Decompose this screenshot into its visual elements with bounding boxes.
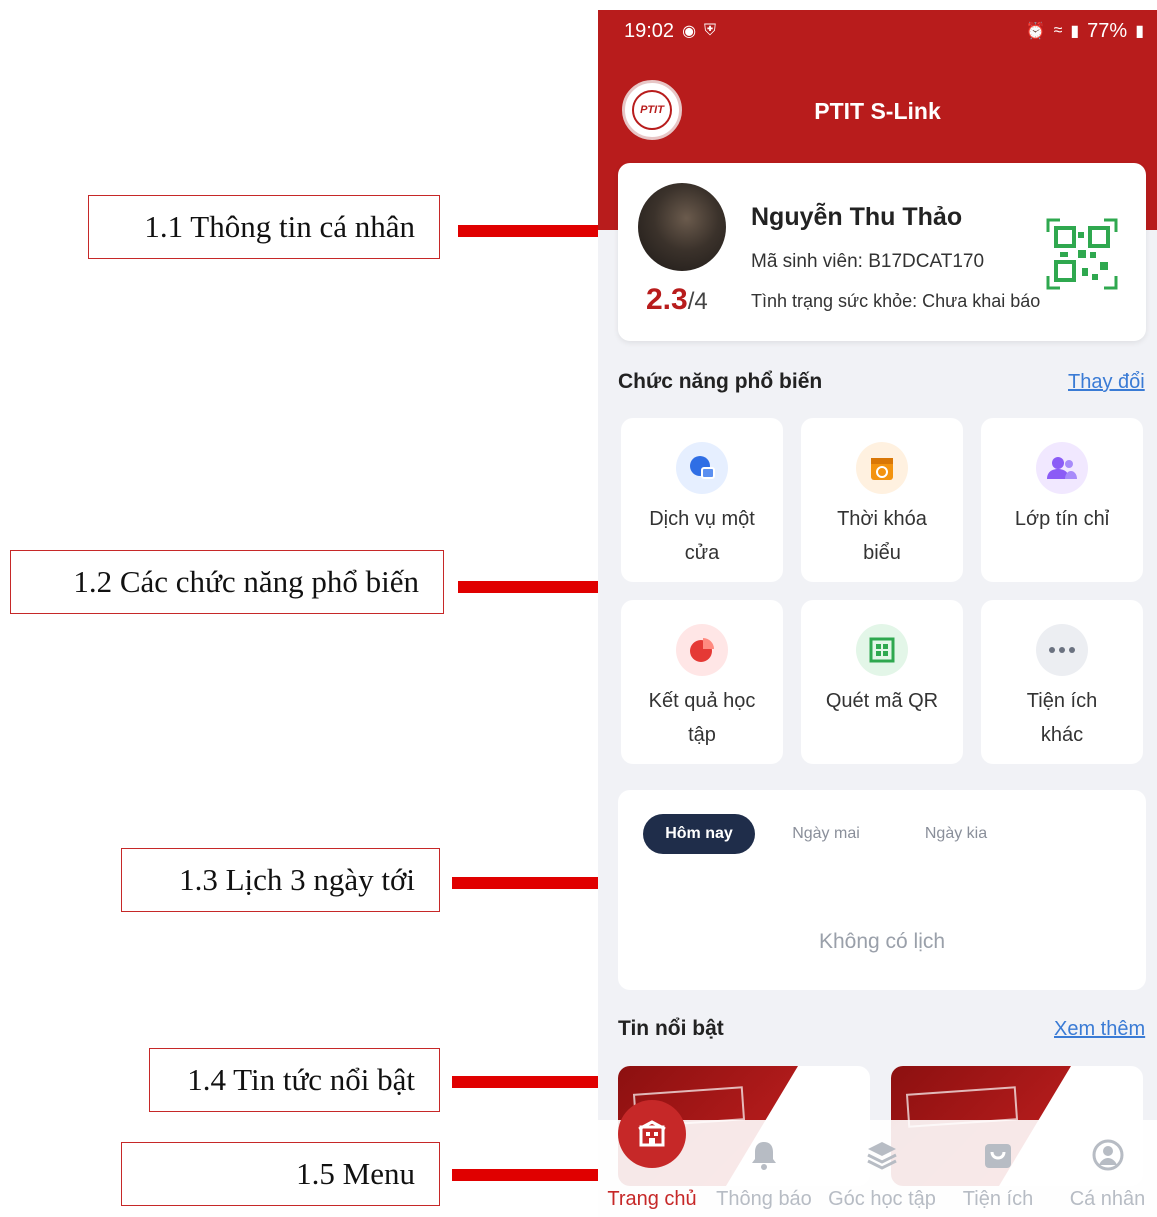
status-bar: 19:02 ◉ ⛨ ⏰ ≈ ▮ 77% ▮ [624, 16, 1144, 46]
notification-icon: ◉ [682, 23, 697, 40]
annotation-arrow [458, 570, 620, 604]
function-label: Quét mã QR [825, 690, 939, 712]
annotation-personal-info: 1.1 Thông tin cá nhân [88, 195, 440, 259]
page: 1.1 Thông tin cá nhân 1.2 Các chức năng … [0, 0, 1157, 1217]
phone-screen: 19:02 ◉ ⛨ ⏰ ≈ ▮ 77% ▮ PTIT PTIT S-Link 2… [598, 10, 1157, 1217]
status-time: 19:02 [624, 19, 675, 42]
tab-tomorrow[interactable]: Ngày mai [778, 814, 874, 854]
annotation-popular-functions: 1.2 Các chức năng phổ biến [10, 550, 444, 614]
change-link[interactable]: Thay đổi [1068, 371, 1145, 394]
credit-class-button[interactable]: Lớp tín chỉ [981, 418, 1143, 582]
qr-scan-icon [856, 624, 908, 676]
nav-study-corner[interactable]: Góc học tập [823, 1120, 941, 1217]
function-label: cửa [684, 542, 720, 564]
tab-today[interactable]: Hôm nay [643, 814, 755, 854]
user-icon [1092, 1139, 1123, 1171]
nav-label: Trang chủ [607, 1188, 697, 1210]
nav-label: Thông báo [716, 1188, 812, 1210]
function-label: Lớp tín chỉ [1014, 508, 1110, 530]
annotation-menu: 1.5 Menu [121, 1142, 440, 1206]
gpa-scale: /4 [687, 288, 708, 315]
qr-code-icon[interactable] [1046, 218, 1118, 290]
annotation-label: 1.2 Các chức năng phổ biến [73, 564, 419, 599]
function-label: tập [688, 724, 716, 746]
layers-icon [867, 1142, 897, 1170]
student-name: Nguyễn Thu Thảo [751, 203, 963, 231]
annotation-arrow [452, 1158, 620, 1192]
alarm-icon: ⏰ [1025, 23, 1046, 40]
nav-notifications[interactable]: Thông báo [710, 1120, 818, 1217]
gpa-value: 2.3 [646, 283, 688, 316]
annotation-arrow [452, 1065, 620, 1099]
service-icon [676, 442, 728, 494]
one-stop-service-button[interactable]: Dịch vụ một cửa [621, 418, 783, 582]
users-icon [1036, 442, 1088, 494]
calendar-icon [856, 442, 908, 494]
scan-qr-button[interactable]: Quét mã QR [801, 600, 963, 764]
shield-icon: ⛨ [704, 22, 717, 39]
function-label: biểu [863, 542, 901, 564]
nav-label: Góc học tập [828, 1188, 936, 1210]
avatar[interactable] [638, 183, 726, 271]
nav-label: Cá nhân [1069, 1188, 1146, 1210]
annotation-news: 1.4 Tin tức nổi bật [149, 1048, 440, 1112]
see-more-link[interactable]: Xem thêm [1054, 1018, 1145, 1041]
annotation-schedule: 1.3 Lịch 3 ngày tới [121, 848, 440, 912]
nav-label: Tiện ích [962, 1188, 1034, 1210]
battery-icon: ▮ [1135, 23, 1144, 40]
pie-chart-icon [676, 624, 728, 676]
study-results-button[interactable]: Kết quả học tập [621, 600, 783, 764]
gpa: 2.3/4 [646, 283, 708, 317]
annotation-arrow [452, 866, 620, 900]
box-icon [985, 1144, 1011, 1168]
battery-percent: 77% [1087, 19, 1128, 42]
schedule-card: Hôm nay Ngày mai Ngày kia Không có lịch [618, 790, 1146, 990]
empty-schedule-text: Không có lịch [818, 930, 946, 953]
profile-card[interactable]: 2.3/4 Nguyễn Thu Thảo Mã sinh viên: B17D… [618, 163, 1146, 341]
function-label: Thời khóa [837, 508, 927, 530]
student-id: Mã sinh viên: B17DCAT170 [751, 251, 985, 272]
annotation-label: 1.3 Lịch 3 ngày tới [179, 862, 415, 897]
bell-icon [752, 1142, 776, 1170]
annotation-label: 1.1 Thông tin cá nhân [144, 209, 415, 244]
annotation-label: 1.5 Menu [296, 1156, 415, 1191]
signal-icon: ▮ [1070, 23, 1080, 40]
health-status: Tình trạng sức khỏe: Chưa khai báo [751, 291, 1041, 311]
popular-section-title: Chức năng phổ biến [618, 370, 823, 393]
app-title: PTIT S-Link [814, 98, 941, 124]
more-icon [1036, 624, 1088, 676]
function-label: Dịch vụ một [649, 508, 755, 530]
function-label: Tiện ích [1026, 690, 1098, 712]
news-section-title: Tin nổi bật [618, 1017, 724, 1040]
home-icon[interactable] [618, 1100, 686, 1168]
wifi-icon: ≈ [1053, 22, 1063, 39]
nav-utilities[interactable]: Tiện ích [948, 1120, 1048, 1217]
function-label: Kết quả học [648, 690, 756, 712]
annotation-label: 1.4 Tin tức nổi bật [187, 1062, 415, 1097]
timetable-button[interactable]: Thời khóa biểu [801, 418, 963, 582]
tab-day-after[interactable]: Ngày kia [908, 814, 1004, 854]
annotation-arrow [458, 214, 620, 248]
other-utilities-button[interactable]: Tiện ích khác [981, 600, 1143, 764]
nav-profile[interactable]: Cá nhân [1058, 1120, 1157, 1217]
function-label: khác [1040, 724, 1084, 746]
